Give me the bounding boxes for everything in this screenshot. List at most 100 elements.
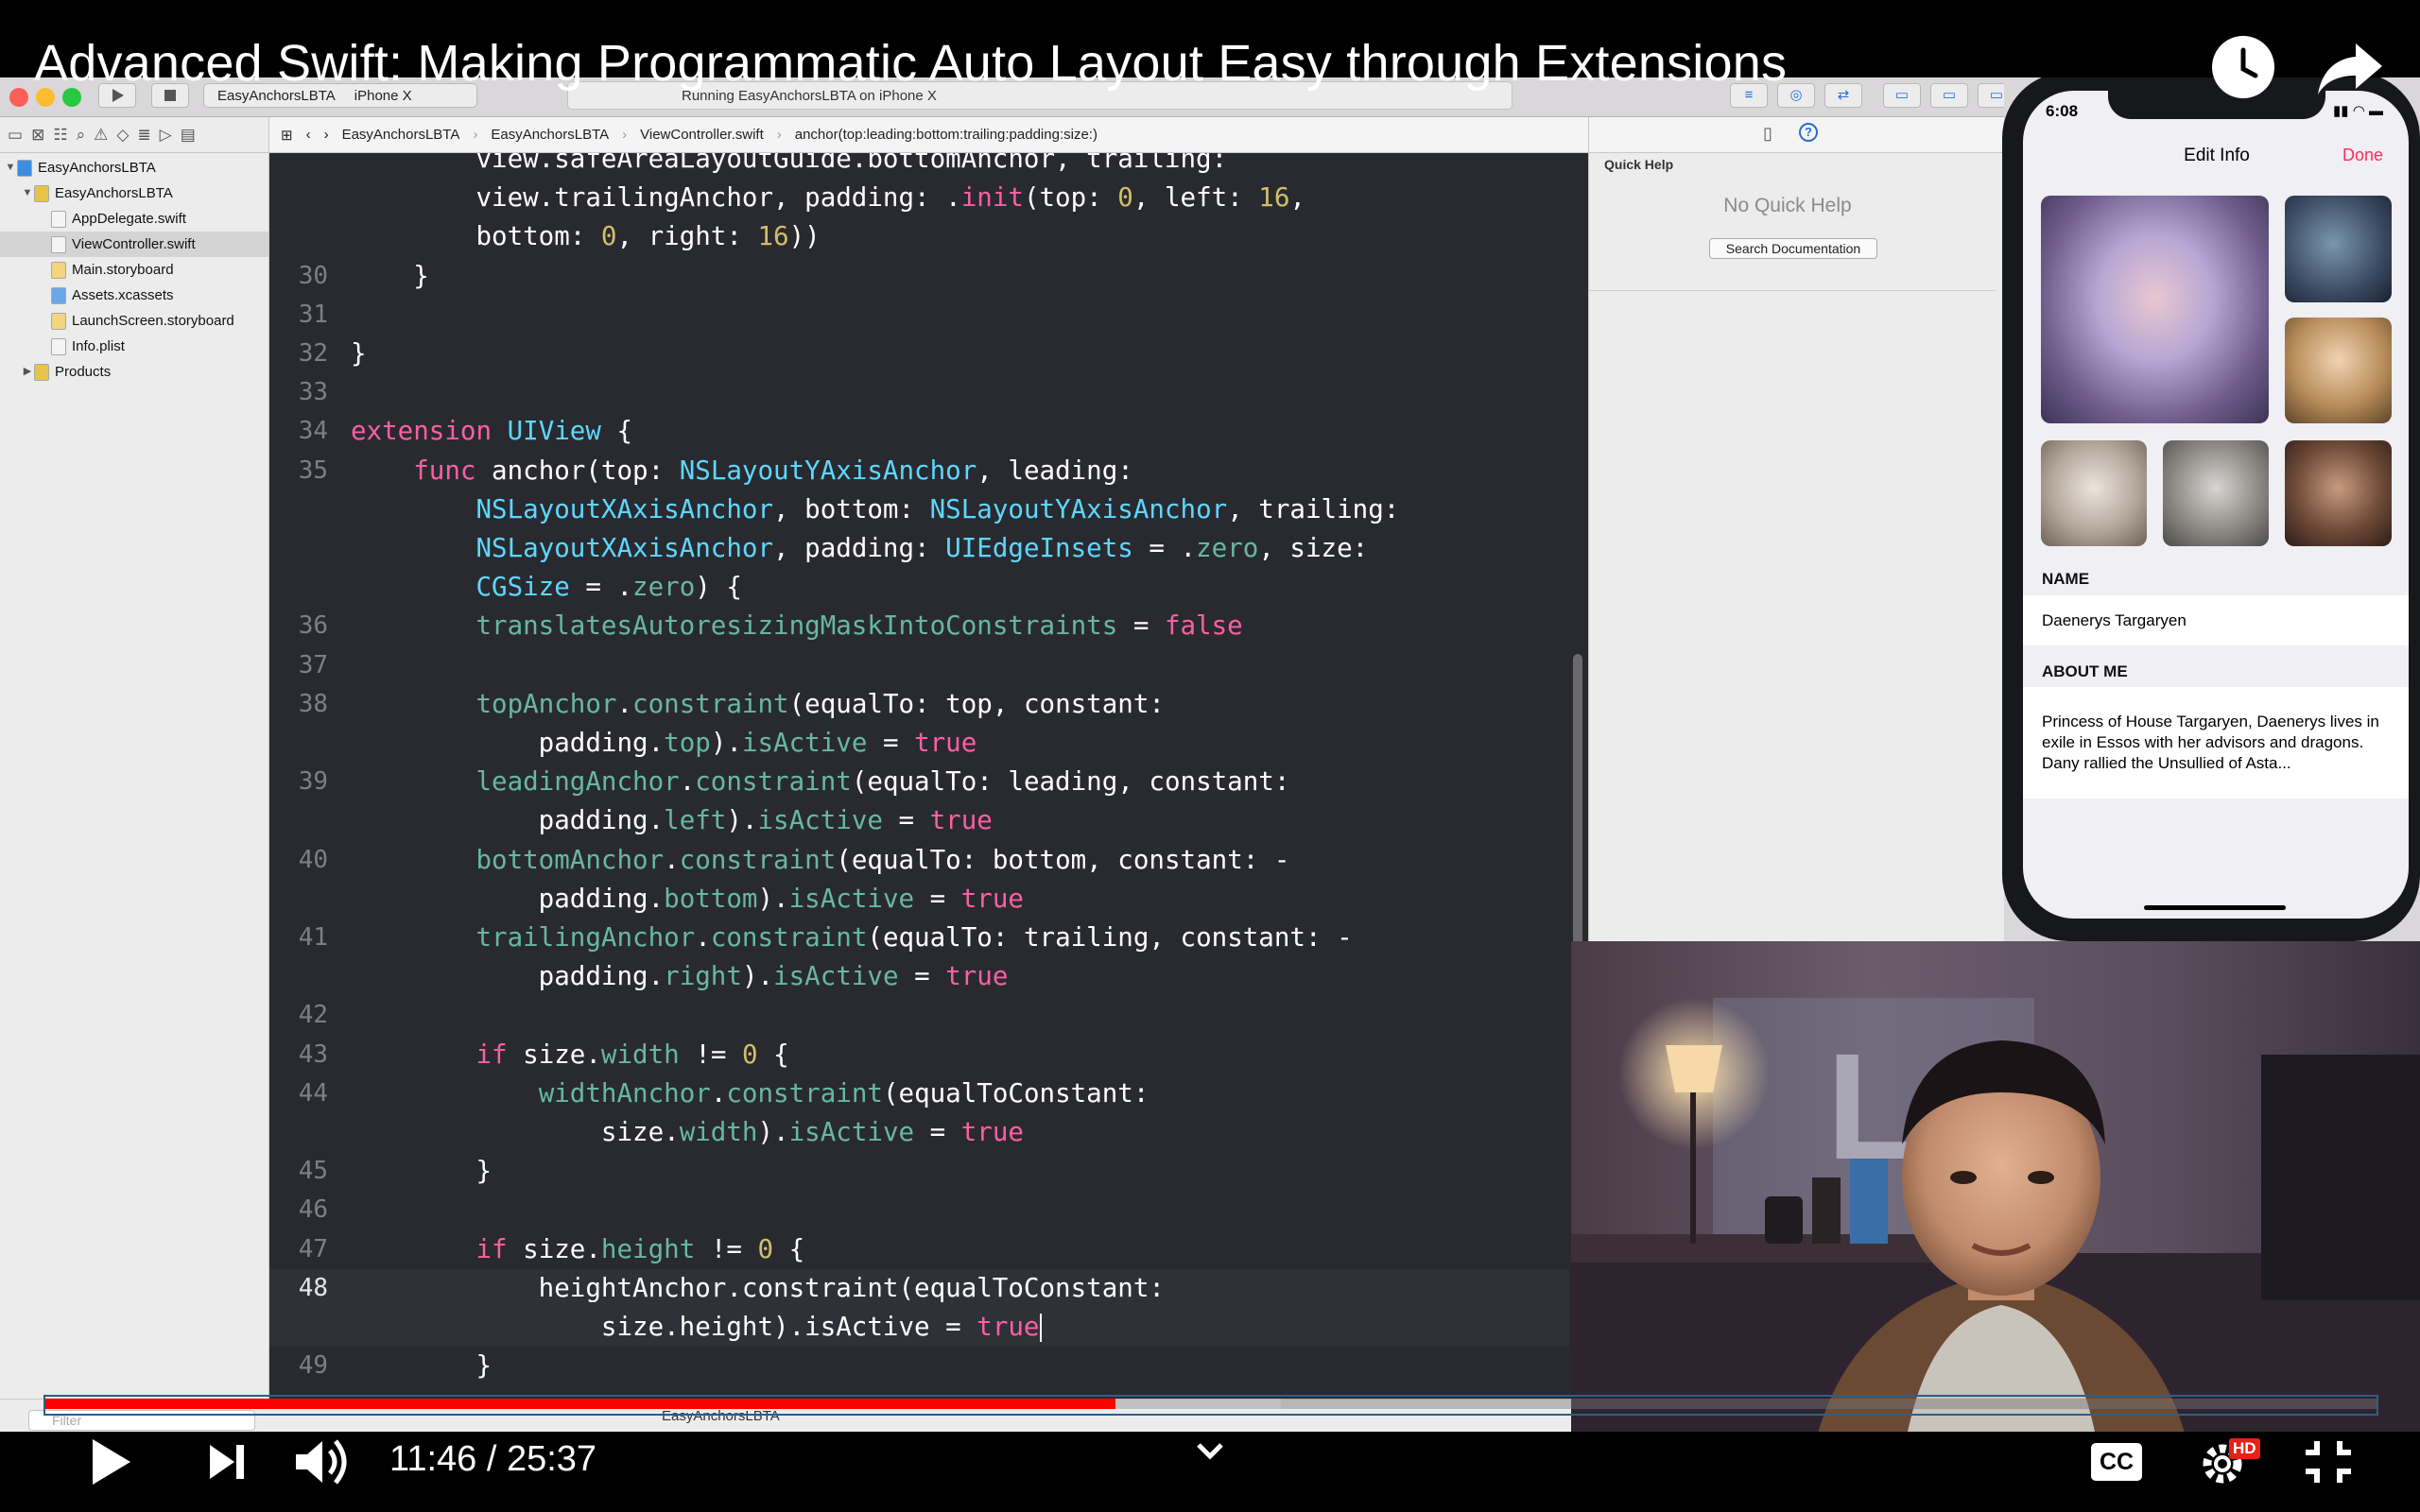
chevron-right-icon: › <box>776 127 782 143</box>
video-player[interactable]: EasyAnchorsLBTA iPhone X Running EasyAnc… <box>0 0 2420 1512</box>
toggle-navigator-button[interactable]: ▭ <box>1883 83 1921 108</box>
code-line[interactable]: 30 } <box>269 257 1569 296</box>
profile-photo[interactable] <box>2285 440 2392 546</box>
navigator-item[interactable]: ViewController.swift <box>0 232 268 257</box>
code-token: init <box>960 182 1024 214</box>
about-section-header: ABOUT ME <box>2042 662 2128 680</box>
video-title[interactable]: Advanced Swift: Making Programmatic Auto… <box>34 34 1787 93</box>
code-line[interactable]: 46 <box>269 1191 1569 1229</box>
volume-button[interactable] <box>289 1429 355 1495</box>
code-line[interactable]: NSLayoutXAxisAnchor, bottom: NSLayoutYAx… <box>269 490 1569 529</box>
about-text-view[interactable]: Princess of House Targaryen, Daenerys li… <box>2023 687 2409 799</box>
file-inspector-icon[interactable]: ▯ <box>1763 124 1772 144</box>
code-line[interactable]: 32} <box>269 335 1569 373</box>
find-icon[interactable]: ⌕ <box>77 126 86 145</box>
code-line[interactable]: 49 } <box>269 1347 1569 1385</box>
code-line[interactable]: 36 translatesAutoresizingMaskIntoConstra… <box>269 607 1569 645</box>
disclosure-open-icon[interactable]: ▼ <box>4 155 17 180</box>
forward-icon[interactable]: › <box>324 127 329 143</box>
disclosure-open-icon[interactable]: ▼ <box>21 180 34 206</box>
code-line[interactable]: padding.right).isActive = true <box>269 957 1569 996</box>
captions-button[interactable]: CC <box>2085 1429 2148 1495</box>
navigator-item[interactable]: ▼ EasyAnchorsLBTA <box>0 155 268 180</box>
home-indicator[interactable] <box>2144 905 2286 910</box>
code-line[interactable]: 40 bottomAnchor.constraint(equalTo: bott… <box>269 841 1569 880</box>
folder-icon[interactable]: ▭ <box>8 126 23 145</box>
code-token: view.trailingAnchor, padding: . <box>351 182 961 214</box>
next-button[interactable] <box>202 1429 251 1495</box>
code-line[interactable]: 35 func anchor(top: NSLayoutYAxisAnchor,… <box>269 452 1569 490</box>
breakpoint-icon[interactable]: ▷ <box>160 126 172 145</box>
share-icon[interactable] <box>2314 36 2386 98</box>
breadcrumb-symbol[interactable]: anchor(top:leading:bottom:trailing:paddi… <box>795 127 1098 143</box>
navigator-item[interactable]: LaunchScreen.storyboard <box>0 308 268 334</box>
back-icon[interactable]: ‹ <box>306 127 311 143</box>
code-token: 16 <box>1258 182 1290 214</box>
navigator-item[interactable]: Assets.xcassets <box>0 283 268 308</box>
code-line[interactable]: 34 extension UIView { <box>269 412 1569 451</box>
line-number: 33 <box>298 378 328 407</box>
code-line[interactable]: 39 leadingAnchor.constraint(equalTo: lea… <box>269 763 1569 801</box>
profile-photo[interactable] <box>2285 318 2392 423</box>
code-line[interactable]: 33 <box>269 373 1569 412</box>
navigator-item[interactable]: ▼ EasyAnchorsLBTA <box>0 180 268 206</box>
code-line[interactable]: 43 if size.width != 0 { <box>269 1036 1569 1074</box>
breadcrumb-file[interactable]: ViewController.swift <box>640 127 764 143</box>
navigator-item[interactable]: Main.storyboard <box>0 257 268 283</box>
breadcrumb-group[interactable]: EasyAnchorsLBTA <box>491 127 609 143</box>
profile-photo-main[interactable] <box>2041 196 2269 423</box>
disclosure-closed-icon[interactable]: ▶ <box>21 359 34 385</box>
version-editor-button[interactable]: ⇄ <box>1824 83 1862 108</box>
code-line[interactable]: 41 trailingAnchor.constraint(equalTo: tr… <box>269 919 1569 957</box>
watch-later-icon[interactable] <box>2212 36 2274 98</box>
search-documentation-button[interactable]: Search Documentation <box>1709 238 1877 259</box>
code-line[interactable]: 47 if size.height != 0 { <box>269 1230 1569 1269</box>
navigator-item-label: EasyAnchorsLBTA <box>38 160 156 176</box>
code-line[interactable]: padding.bottom).isActive = true <box>269 880 1569 919</box>
report-icon[interactable]: ▤ <box>181 126 196 145</box>
line-number: 32 <box>298 339 328 368</box>
done-button[interactable]: Done <box>2342 146 2383 165</box>
code-line[interactable]: size.width).isActive = true <box>269 1113 1569 1152</box>
exit-fullscreen-button[interactable] <box>2297 1429 2360 1495</box>
quick-help-icon[interactable]: ? <box>1799 123 1818 142</box>
source-control-icon[interactable]: ⊠ <box>31 126 44 145</box>
time-display: 11:46 / 25:37 <box>389 1439 597 1479</box>
debug-icon[interactable]: ≣ <box>137 126 150 145</box>
window-close-button[interactable] <box>9 88 28 107</box>
profile-photo[interactable] <box>2285 196 2392 302</box>
symbol-icon[interactable]: ☷ <box>53 126 67 145</box>
code-line[interactable]: 42 <box>269 996 1569 1035</box>
test-icon[interactable]: ◇ <box>116 126 129 145</box>
settings-button[interactable]: HD <box>2193 1429 2260 1495</box>
code-editor[interactable]: view.safeAreaLayoutGuide.bottomAnchor, t… <box>269 153 1569 1399</box>
code-line[interactable]: view.safeAreaLayoutGuide.bottomAnchor, t… <box>269 153 1569 179</box>
code-line[interactable]: 48 heightAnchor.constraint(equalToConsta… <box>269 1268 1569 1308</box>
code-line[interactable]: 44 widthAnchor.constraint(equalToConstan… <box>269 1074 1569 1113</box>
code-line[interactable]: bottom: 0, right: 16)) <box>269 217 1569 256</box>
name-field[interactable]: Daenerys Targaryen <box>2023 595 2409 645</box>
navigator-item[interactable]: AppDelegate.swift <box>0 206 268 232</box>
navigator-item[interactable]: Info.plist <box>0 334 268 359</box>
related-items-icon[interactable]: ⊞ <box>281 127 293 144</box>
code-line[interactable]: 45 } <box>269 1152 1569 1191</box>
code-line[interactable]: NSLayoutXAxisAnchor, padding: UIEdgeInse… <box>269 529 1569 568</box>
navigator-item[interactable]: ▶ Products <box>0 359 268 385</box>
code-line[interactable]: padding.top).isActive = true <box>269 724 1569 763</box>
code-line[interactable]: CGSize = .zero) { <box>269 568 1569 607</box>
code-line[interactable]: padding.left).isActive = true <box>269 801 1569 840</box>
code-line[interactable]: size.height).isActive = true <box>269 1308 1569 1347</box>
toggle-debug-area-button[interactable]: ▭ <box>1930 83 1968 108</box>
profile-photo[interactable] <box>2041 440 2147 546</box>
code-line[interactable]: 38 topAnchor.constraint(equalTo: top, co… <box>269 685 1569 724</box>
code-line[interactable]: view.trailingAnchor, padding: .init(top:… <box>269 179 1569 217</box>
chevron-down-icon[interactable] <box>1193 1434 1227 1468</box>
breadcrumb-project[interactable]: EasyAnchorsLBTA <box>342 127 460 143</box>
code-line[interactable]: 37 <box>269 646 1569 685</box>
profile-photo[interactable] <box>2163 440 2269 546</box>
issue-icon[interactable]: ⚠ <box>94 126 108 145</box>
play-button[interactable] <box>81 1429 140 1495</box>
code-line[interactable]: 31 <box>269 296 1569 335</box>
